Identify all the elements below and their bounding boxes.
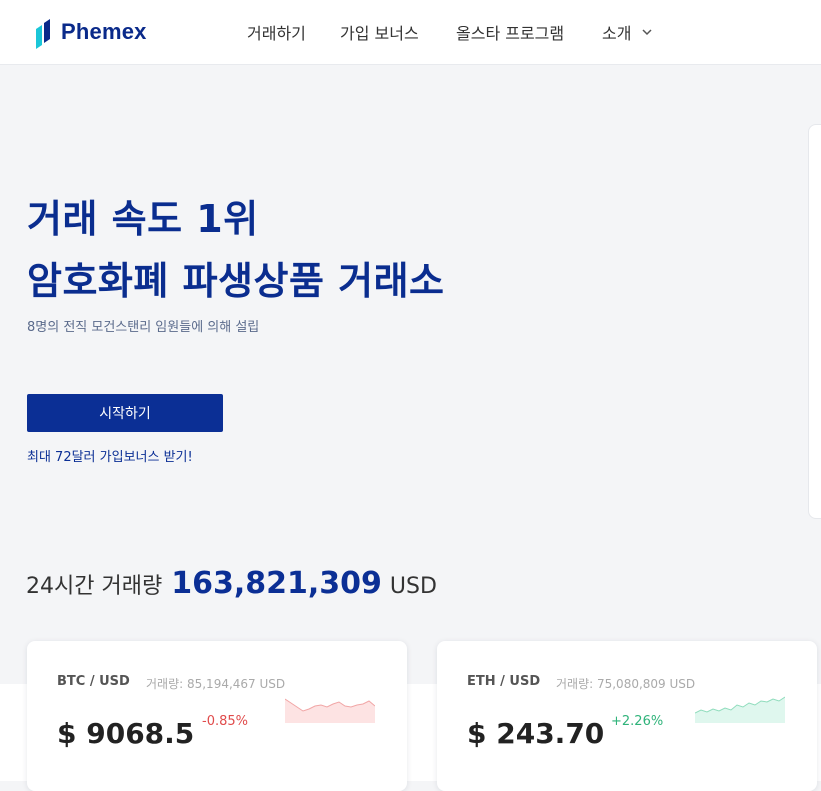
nav-item-about[interactable]: 소개 bbox=[602, 20, 653, 44]
chevron-down-icon bbox=[642, 29, 652, 36]
nav-item-trade[interactable]: 거래하기 bbox=[247, 20, 306, 44]
nav-item-allstar-program[interactable]: 올스타 프로그램 bbox=[456, 20, 564, 44]
ticker-volume: 거래량: 75,080,809 USD bbox=[556, 677, 696, 691]
nav-item-signup-bonus[interactable]: 가입 보너스 bbox=[340, 20, 419, 44]
get-started-button[interactable]: 시작하기 bbox=[27, 394, 223, 432]
ticker-price: $ 9068.5 bbox=[57, 717, 195, 750]
sparkline-chart bbox=[695, 696, 785, 723]
hero-subtitle: 8명의 전직 모건스탠리 임원들에 의해 설립 bbox=[27, 320, 260, 335]
brand-name: Phemex bbox=[61, 19, 147, 44]
phemex-logo[interactable]: Phemex bbox=[34, 15, 147, 49]
ticker-price: $ 243.70 bbox=[467, 717, 605, 750]
sparkline-chart bbox=[285, 698, 375, 723]
ticker-pair: ETH / USD bbox=[467, 674, 541, 689]
volume-unit: USD bbox=[389, 574, 437, 599]
nav-item-about-label: 소개 bbox=[602, 24, 632, 43]
ticker-card-eth[interactable]: ETH / USD 거래량: 75,080,809 USD $ 243.70 +… bbox=[437, 641, 817, 791]
volume-24h: 24시간 거래량 163,821,309 USD bbox=[26, 566, 437, 610]
hero-title: 거래 속도 1위 암호화폐 파생상품 거래소 bbox=[27, 188, 445, 312]
ticker-pair: BTC / USD bbox=[57, 674, 130, 689]
volume-value: 163,821,309 bbox=[171, 566, 382, 601]
signup-bonus-link[interactable]: 최대 72달러 가입보너스 받기! bbox=[27, 446, 193, 465]
phemex-logo-icon bbox=[36, 19, 50, 49]
hero-title-line-2: 암호화폐 파생상품 거래소 bbox=[27, 259, 445, 303]
ticker-change: +2.26% bbox=[611, 714, 664, 729]
top-navigation-bar: Phemex 거래하기 가입 보너스 올스타 프로그램 소개 bbox=[0, 0, 821, 65]
hero-title-line-1: 거래 속도 1위 bbox=[27, 197, 259, 241]
ticker-card-btc[interactable]: BTC / USD 거래량: 85,194,467 USD $ 9068.5 -… bbox=[27, 641, 407, 791]
ticker-change: -0.85% bbox=[202, 714, 248, 729]
ticker-volume: 거래량: 85,194,467 USD bbox=[146, 677, 286, 691]
volume-label: 24시간 거래량 bbox=[26, 574, 163, 599]
side-panel-card bbox=[808, 124, 821, 519]
